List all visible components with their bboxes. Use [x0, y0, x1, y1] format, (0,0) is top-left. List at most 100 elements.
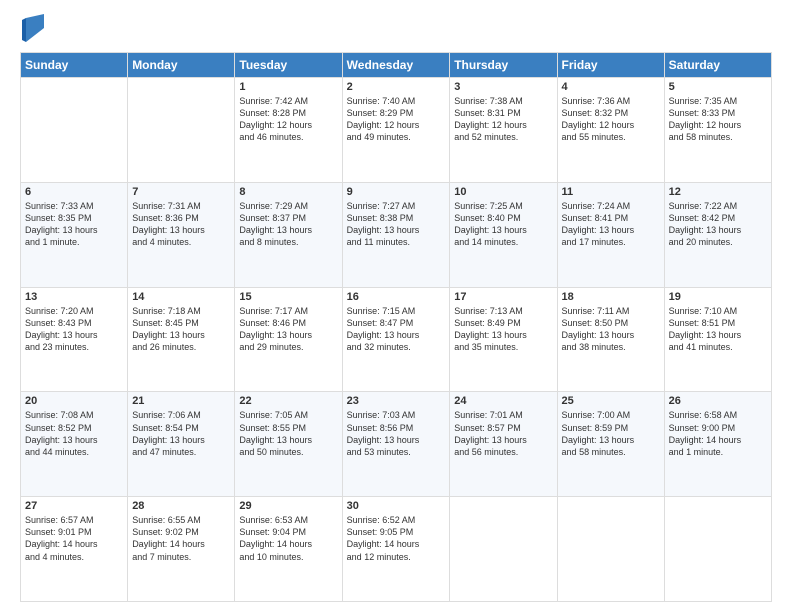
calendar-week-row: 13 Sunrise: 7:20 AMSunset: 8:43 PMDayligh… — [21, 287, 772, 392]
day-number: 24 — [454, 395, 552, 407]
calendar-cell — [557, 497, 664, 602]
calendar-cell: 5 Sunrise: 7:35 AMSunset: 8:33 PMDaylight… — [664, 78, 771, 183]
calendar-cell: 21Sunrise: 7:06 AMSunset: 8:54 PMDayligh… — [128, 392, 235, 497]
cell-text: Sunrise: 7:18 AMSunset: 8:45 PMDaylight:… — [132, 305, 230, 354]
calendar-cell: 3 Sunrise: 7:38 AMSunset: 8:31 PMDaylight… — [450, 78, 557, 183]
day-number: 13 — [25, 291, 123, 303]
day-number: 27 — [25, 500, 123, 512]
cell-text: Sunrise: 7:06 AMSunset: 8:54 PMDaylight:… — [132, 409, 230, 458]
day-number: 14 — [132, 291, 230, 303]
day-number: 6 — [25, 186, 123, 198]
calendar-cell — [21, 78, 128, 183]
cell-text: Sunrise: 7:05 AMSunset: 8:55 PMDaylight:… — [239, 409, 337, 458]
calendar-week-row: 6 Sunrise: 7:33 AMSunset: 8:35 PMDaylight… — [21, 182, 772, 287]
cell-text: Sunrise: 7:15 AMSunset: 8:47 PMDaylight:… — [347, 305, 446, 354]
calendar-cell: 30 Sunrise: 6:52 AMSunset: 9:05 PMDayligh… — [342, 497, 450, 602]
calendar-cell: 13 Sunrise: 7:20 AMSunset: 8:43 PMDayligh… — [21, 287, 128, 392]
calendar-week-row: 20 Sunrise: 7:08 AMSunset: 8:52 PMDayligh… — [21, 392, 772, 497]
day-number: 3 — [454, 81, 552, 93]
cell-text: Sunrise: 7:08 AMSunset: 8:52 PMDaylight:… — [25, 409, 123, 458]
day-number: 25 — [562, 395, 660, 407]
cell-text: Sunrise: 7:17 AMSunset: 8:46 PMDaylight:… — [239, 305, 337, 354]
cell-text: Sunrise: 6:53 AMSunset: 9:04 PMDaylight:… — [239, 514, 337, 563]
calendar-day-header-saturday: Saturday — [664, 53, 771, 78]
calendar-cell: 15 Sunrise: 7:17 AMSunset: 8:46 PMDayligh… — [235, 287, 342, 392]
day-number: 11 — [562, 186, 660, 198]
day-number: 5 — [669, 81, 767, 93]
calendar-cell: 23 Sunrise: 7:03 AMSunset: 8:56 PMDayligh… — [342, 392, 450, 497]
day-number: 12 — [669, 186, 767, 198]
day-number: 26 — [669, 395, 767, 407]
calendar-cell: 17 Sunrise: 7:13 AMSunset: 8:49 PMDayligh… — [450, 287, 557, 392]
calendar-cell: 2Sunrise: 7:40 AMSunset: 8:29 PMDaylight… — [342, 78, 450, 183]
calendar-cell: 9 Sunrise: 7:27 AMSunset: 8:38 PMDaylight… — [342, 182, 450, 287]
calendar-cell: 8 Sunrise: 7:29 AMSunset: 8:37 PMDaylight… — [235, 182, 342, 287]
calendar-cell: 18 Sunrise: 7:11 AMSunset: 8:50 PMDayligh… — [557, 287, 664, 392]
calendar-cell: 20 Sunrise: 7:08 AMSunset: 8:52 PMDayligh… — [21, 392, 128, 497]
calendar-cell — [128, 78, 235, 183]
cell-text: Sunrise: 7:11 AMSunset: 8:50 PMDaylight:… — [562, 305, 660, 354]
cell-text: Sunrise: 6:58 AMSunset: 9:00 PMDaylight:… — [669, 409, 767, 458]
day-number: 9 — [347, 186, 446, 198]
cell-text: Sunrise: 7:42 AMSunset: 8:28 PMDaylight:… — [239, 95, 337, 144]
calendar-cell: 4 Sunrise: 7:36 AMSunset: 8:32 PMDaylight… — [557, 78, 664, 183]
cell-text: Sunrise: 7:20 AMSunset: 8:43 PMDaylight:… — [25, 305, 123, 354]
day-number: 23 — [347, 395, 446, 407]
cell-text: Sunrise: 7:35 AMSunset: 8:33 PMDaylight:… — [669, 95, 767, 144]
cell-text: Sunrise: 7:29 AMSunset: 8:37 PMDaylight:… — [239, 200, 337, 249]
calendar-day-header-tuesday: Tuesday — [235, 53, 342, 78]
calendar-cell: 1 Sunrise: 7:42 AMSunset: 8:28 PMDaylight… — [235, 78, 342, 183]
logo — [20, 18, 44, 42]
calendar-cell: 25 Sunrise: 7:00 AMSunset: 8:59 PMDayligh… — [557, 392, 664, 497]
page: SundayMondayTuesdayWednesdayThursdayFrid… — [0, 0, 792, 612]
calendar-cell: 28 Sunrise: 6:55 AMSunset: 9:02 PMDayligh… — [128, 497, 235, 602]
calendar-week-row: 27 Sunrise: 6:57 AMSunset: 9:01 PMDayligh… — [21, 497, 772, 602]
cell-text: Sunrise: 7:33 AMSunset: 8:35 PMDaylight:… — [25, 200, 123, 249]
calendar-cell: 19Sunrise: 7:10 AMSunset: 8:51 PMDayligh… — [664, 287, 771, 392]
day-number: 1 — [239, 81, 337, 93]
calendar-cell — [664, 497, 771, 602]
day-number: 7 — [132, 186, 230, 198]
cell-text: Sunrise: 7:22 AMSunset: 8:42 PMDaylight:… — [669, 200, 767, 249]
calendar-cell: 29Sunrise: 6:53 AMSunset: 9:04 PMDayligh… — [235, 497, 342, 602]
day-number: 4 — [562, 81, 660, 93]
calendar-day-header-friday: Friday — [557, 53, 664, 78]
calendar-cell: 27 Sunrise: 6:57 AMSunset: 9:01 PMDayligh… — [21, 497, 128, 602]
day-number: 28 — [132, 500, 230, 512]
logo-icon — [22, 14, 44, 42]
calendar-week-row: 1 Sunrise: 7:42 AMSunset: 8:28 PMDaylight… — [21, 78, 772, 183]
cell-text: Sunrise: 7:03 AMSunset: 8:56 PMDaylight:… — [347, 409, 446, 458]
header — [20, 18, 772, 42]
calendar-day-header-thursday: Thursday — [450, 53, 557, 78]
day-number: 22 — [239, 395, 337, 407]
cell-text: Sunrise: 6:57 AMSunset: 9:01 PMDaylight:… — [25, 514, 123, 563]
calendar-cell: 7Sunrise: 7:31 AMSunset: 8:36 PMDaylight… — [128, 182, 235, 287]
calendar-cell — [450, 497, 557, 602]
calendar-day-header-wednesday: Wednesday — [342, 53, 450, 78]
calendar-cell: 22 Sunrise: 7:05 AMSunset: 8:55 PMDayligh… — [235, 392, 342, 497]
cell-text: Sunrise: 7:38 AMSunset: 8:31 PMDaylight:… — [454, 95, 552, 144]
calendar-cell: 6 Sunrise: 7:33 AMSunset: 8:35 PMDaylight… — [21, 182, 128, 287]
cell-text: Sunrise: 6:55 AMSunset: 9:02 PMDaylight:… — [132, 514, 230, 563]
calendar-cell: 26 Sunrise: 6:58 AMSunset: 9:00 PMDayligh… — [664, 392, 771, 497]
day-number: 15 — [239, 291, 337, 303]
cell-text: Sunrise: 7:27 AMSunset: 8:38 PMDaylight:… — [347, 200, 446, 249]
day-number: 10 — [454, 186, 552, 198]
cell-text: Sunrise: 7:00 AMSunset: 8:59 PMDaylight:… — [562, 409, 660, 458]
calendar-day-header-sunday: Sunday — [21, 53, 128, 78]
calendar-header-row: SundayMondayTuesdayWednesdayThursdayFrid… — [21, 53, 772, 78]
day-number: 8 — [239, 186, 337, 198]
day-number: 16 — [347, 291, 446, 303]
day-number: 20 — [25, 395, 123, 407]
day-number: 2 — [347, 81, 446, 93]
day-number: 17 — [454, 291, 552, 303]
calendar-cell: 24Sunrise: 7:01 AMSunset: 8:57 PMDayligh… — [450, 392, 557, 497]
calendar-table: SundayMondayTuesdayWednesdayThursdayFrid… — [20, 52, 772, 602]
cell-text: Sunrise: 7:36 AMSunset: 8:32 PMDaylight:… — [562, 95, 660, 144]
cell-text: Sunrise: 7:13 AMSunset: 8:49 PMDaylight:… — [454, 305, 552, 354]
day-number: 30 — [347, 500, 446, 512]
day-number: 18 — [562, 291, 660, 303]
calendar-cell: 14 Sunrise: 7:18 AMSunset: 8:45 PMDayligh… — [128, 287, 235, 392]
cell-text: Sunrise: 6:52 AMSunset: 9:05 PMDaylight:… — [347, 514, 446, 563]
calendar-day-header-monday: Monday — [128, 53, 235, 78]
